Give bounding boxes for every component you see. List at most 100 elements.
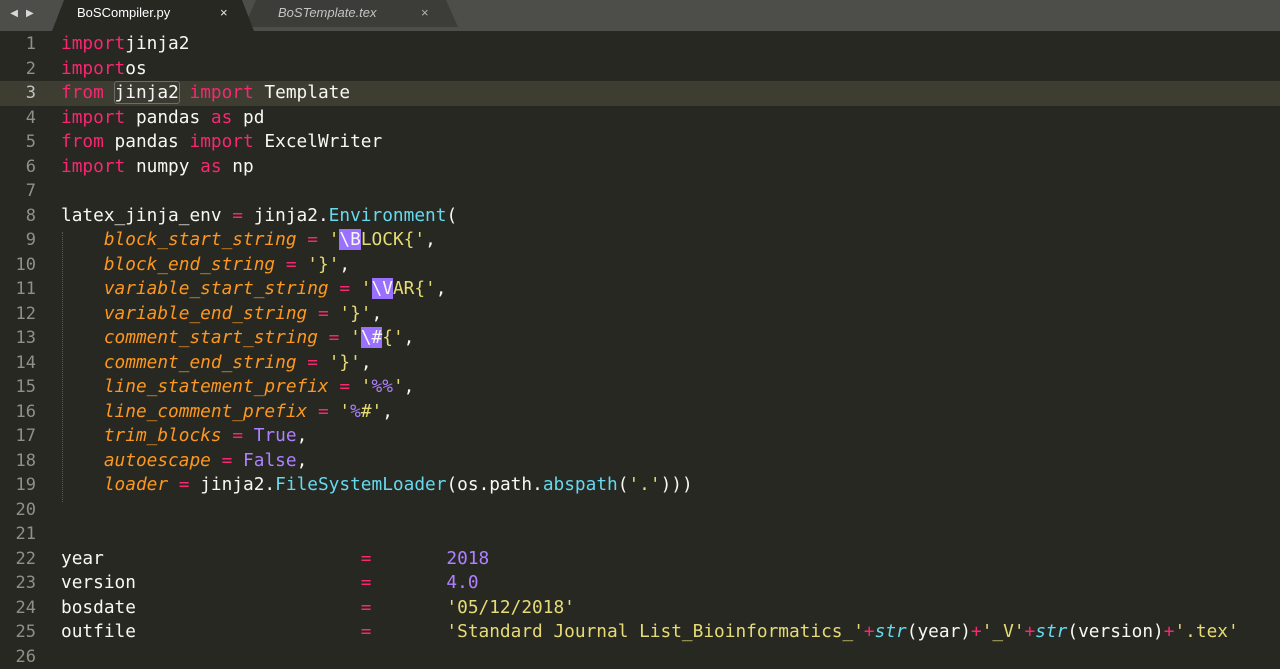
code-token	[61, 229, 104, 250]
code-line[interactable]: 5from pandas import ExcelWriter	[0, 130, 1280, 155]
code-line[interactable]: 8latex_jinja_env = jinja2.Environment(	[0, 204, 1280, 229]
code-token: =	[361, 597, 372, 618]
code-token: Template	[254, 82, 350, 103]
right-arrow-icon[interactable]: ▶	[26, 8, 34, 19]
code-line[interactable]: 24bosdate = '05/12/2018'	[0, 596, 1280, 621]
code-line[interactable]: 23 version = 4.0	[0, 571, 1280, 596]
code-line[interactable]: 12 variable_end_string = '}',	[0, 302, 1280, 327]
code-line[interactable]: 17 trim_blocks = True,	[0, 424, 1280, 449]
code-token: =	[361, 548, 372, 569]
code-token	[329, 278, 340, 299]
code-line[interactable]: 22year = 2018	[0, 547, 1280, 572]
line-number: 2	[0, 57, 36, 82]
close-icon[interactable]: ×	[220, 0, 228, 26]
code-text: variable_start_string = '\VAR{',	[61, 277, 446, 302]
code-token	[350, 278, 361, 299]
code-token: ,	[361, 352, 372, 373]
code-text: from jinja2 import Template	[61, 81, 350, 106]
code-line[interactable]: 11 variable_start_string = '\VAR{',	[0, 277, 1280, 302]
code-line[interactable]: 20	[0, 498, 1280, 523]
code-line[interactable]: 25outfile = 'Standard Journal List_Bioin…	[0, 620, 1280, 645]
code-token: import	[61, 58, 125, 79]
code-token: line_statement_prefix	[104, 376, 329, 397]
code-line[interactable]: 6import numpy as np	[0, 155, 1280, 180]
code-token: %	[350, 401, 361, 422]
line-number: 23	[0, 571, 36, 596]
line-number: 17	[0, 424, 36, 449]
code-token: block_end_string	[104, 254, 275, 275]
code-token: comment_start_string	[104, 327, 318, 348]
code-token: str	[1035, 621, 1067, 642]
code-line[interactable]: 19 loader = jinja2.FileSystemLoader(os.p…	[0, 473, 1280, 498]
code-line[interactable]: 7	[0, 179, 1280, 204]
close-icon[interactable]: ×	[421, 0, 429, 26]
code-token: =	[232, 205, 243, 226]
code-token	[371, 597, 446, 618]
code-token: Environment	[329, 205, 447, 226]
tab-boscompiler[interactable]: BoSCompiler.py ×	[52, 0, 254, 31]
code-token	[168, 474, 179, 495]
code-token	[61, 303, 104, 324]
code-line[interactable]: 15 line_statement_prefix = '%%',	[0, 375, 1280, 400]
code-text: trim_blocks = True,	[61, 424, 307, 449]
code-token: =	[361, 621, 372, 642]
line-number: 13	[0, 326, 36, 351]
line-number: 15	[0, 375, 36, 400]
code-line[interactable]: 21	[0, 522, 1280, 547]
code-line[interactable]: 13 comment_start_string = '\#{',	[0, 326, 1280, 351]
code-text: variable_end_string = '}',	[61, 302, 382, 327]
code-token: ,	[339, 254, 350, 275]
code-token: bosdate	[61, 597, 361, 618]
code-token: (	[618, 474, 629, 495]
code-token	[318, 327, 329, 348]
code-text: import numpy as np	[61, 155, 254, 180]
code-token: True	[254, 425, 297, 446]
code-text: importos	[61, 57, 147, 82]
line-number: 8	[0, 204, 36, 229]
code-token: +	[864, 621, 875, 642]
left-arrow-icon[interactable]: ◀	[10, 8, 18, 19]
code-token: '}'	[307, 254, 339, 275]
code-line[interactable]: 18 autoescape = False,	[0, 449, 1280, 474]
code-token	[329, 401, 340, 422]
code-token	[61, 401, 104, 422]
code-line[interactable]: 3from jinja2 import Template	[0, 81, 1280, 106]
code-token	[61, 352, 104, 373]
code-text: bosdate = '05/12/2018'	[61, 596, 575, 621]
code-token: =	[318, 401, 329, 422]
code-line[interactable]: 2 importos	[0, 57, 1280, 82]
code-token: (os.path.	[446, 474, 542, 495]
code-token: +	[1164, 621, 1175, 642]
code-token: abspath	[543, 474, 618, 495]
code-token: import	[61, 107, 125, 128]
code-token: =	[339, 278, 350, 299]
line-number: 26	[0, 645, 36, 669]
code-token	[297, 352, 308, 373]
code-line[interactable]: 4import pandas as pd	[0, 106, 1280, 131]
code-token: os	[125, 58, 146, 79]
code-text: version = 4.0	[61, 571, 479, 596]
code-line[interactable]: 26	[0, 645, 1280, 669]
tab-bostemplate[interactable]: BoSTemplate.tex ×	[244, 0, 458, 27]
code-token: import	[61, 33, 125, 54]
code-token: jinja2.	[190, 474, 276, 495]
code-token: np	[222, 156, 254, 177]
code-token: =	[179, 474, 190, 495]
code-token: jinja2	[125, 33, 189, 54]
code-token	[104, 82, 115, 103]
code-token: ,	[297, 425, 308, 446]
code-line[interactable]: 14 comment_end_string = '}',	[0, 351, 1280, 376]
code-token: 'Standard Journal List_Bioinformatics_'	[446, 621, 864, 642]
code-line[interactable]: 1importjinja2	[0, 32, 1280, 57]
code-line[interactable]: 10 block_end_string = '}',	[0, 253, 1280, 278]
code-token	[61, 450, 104, 471]
code-token: comment_end_string	[104, 352, 297, 373]
code-token	[61, 254, 104, 275]
code-editor[interactable]: 1importjinja22importos3from jinja2 impor…	[0, 32, 1280, 656]
code-line[interactable]: 9 block_start_string = '\BLOCK{',	[0, 228, 1280, 253]
code-token: str	[875, 621, 907, 642]
code-token: loader	[104, 474, 168, 495]
code-token	[307, 401, 318, 422]
code-token: ,	[372, 303, 383, 324]
code-line[interactable]: 16 line_comment_prefix = '%#',	[0, 400, 1280, 425]
